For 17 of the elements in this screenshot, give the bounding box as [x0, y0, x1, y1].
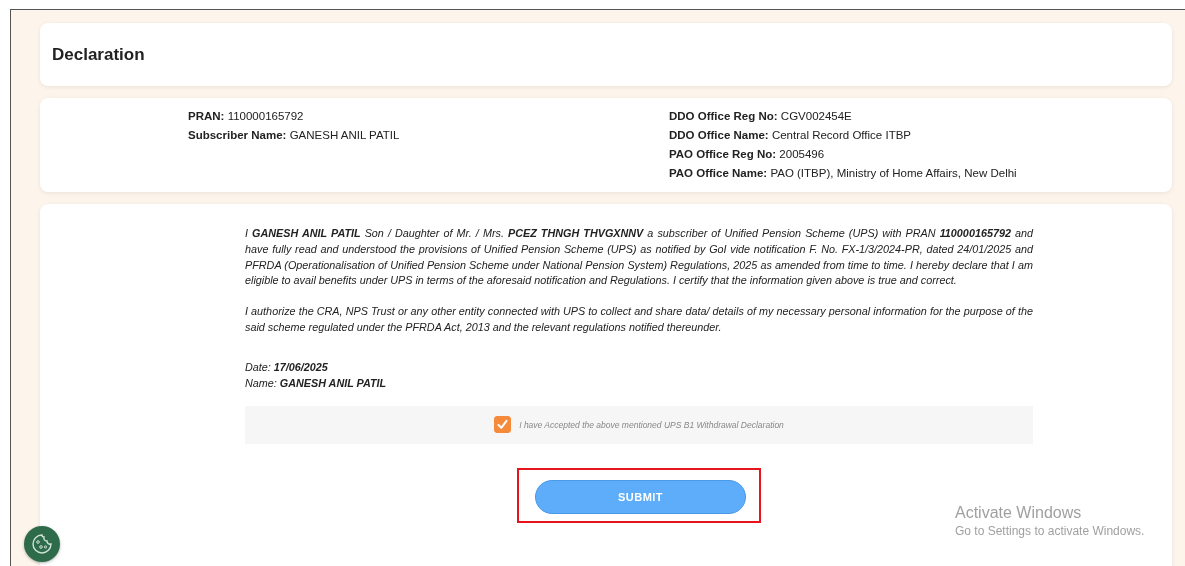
info-line: PRAN: 110000165792: [188, 109, 305, 123]
info-line: Subscriber Name: GANESH ANIL PATIL: [188, 128, 401, 142]
declaration-paragraph: I GANESH ANIL PATIL Son / Daughter of Mr. / Mrs. PCEZ THNGH THVGXNNV a subscriber of Unified Pension Scheme (UPS) with PRAN 110000165792 and have fully read and understood the provisions of Unified Pension Scheme (UPS) as notified by GoI vide notification F. No. FX-1/3/2024-PR, dated 24/01/2025 and PFRDA (Operationalisation of Unified Pension Scheme under National Pension System) Regulations, 2025 as amended from time to time. I hereby declare that I am eligible to avail benefits under UPS in terms of the aforesaid notification and Regulations. I certify that the information given above is true and correct.: [245, 226, 1033, 289]
declaration-paragraph: I authorize the CRA, NPS Trust or any other entity connected with UPS to collect and share data/ details of my necessary personal information for the purpose of the said scheme regulated under the PFRDA Act, 2013 and the relevant regulations notified thereunder.: [245, 304, 1033, 335]
signature-line: Name: GANESH ANIL PATIL: [245, 375, 388, 390]
cookie-icon: [31, 533, 53, 555]
activation-title: Activate Windows: [955, 504, 1083, 522]
accept-checkbox[interactable]: [494, 416, 512, 434]
accept-label: I have Accepted the above mentioned UPS B1 Withdrawal Declaration: [519, 419, 784, 430]
signature-line: Date: 17/06/2025: [245, 359, 329, 374]
page-title: Declaration: [52, 44, 145, 65]
info-line: PAO Office Reg No: 2005496: [669, 147, 826, 161]
info-line: DDO Office Name: Central Record Office ITBP: [669, 128, 912, 142]
info-line: PAO Office Name: PAO (ITBP), Ministry of Home Affairs, New Delhi: [669, 166, 1018, 180]
info-line: DDO Office Reg No: CGV002454E: [669, 109, 853, 123]
submit-button[interactable]: SUBMIT: [535, 479, 746, 514]
activation-subtitle: Go to Settings to activate Windows.: [955, 524, 1145, 538]
